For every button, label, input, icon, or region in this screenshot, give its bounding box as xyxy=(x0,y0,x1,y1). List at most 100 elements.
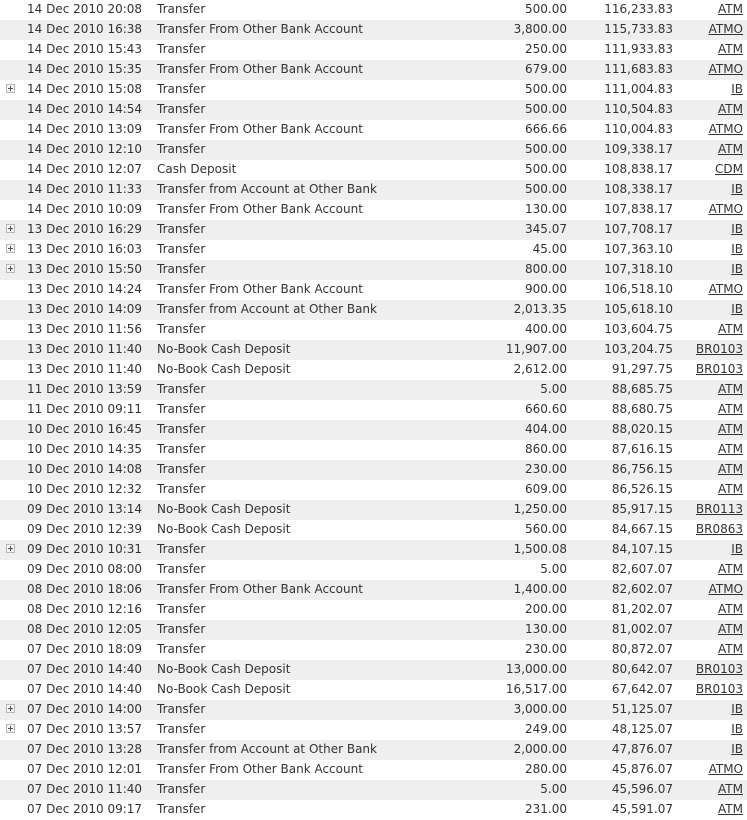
transaction-amount: 500.00 xyxy=(525,82,567,96)
transaction-channel-link[interactable]: ATM xyxy=(718,320,743,338)
transaction-channel-link[interactable]: ATM xyxy=(718,640,743,658)
transaction-date: 07 Dec 2010 14:40 xyxy=(27,682,143,696)
transaction-channel-link[interactable]: IB xyxy=(731,260,743,278)
transaction-channel-link[interactable]: IB xyxy=(731,240,743,258)
transaction-channel-link[interactable]: ATMO xyxy=(709,20,743,38)
transaction-channel-link[interactable]: IB xyxy=(731,300,743,318)
transaction-channel-link[interactable]: ATM xyxy=(718,460,743,478)
transaction-channel-link[interactable]: IB xyxy=(731,180,743,198)
transaction-channel-link[interactable]: ATM xyxy=(718,480,743,498)
table-row: 07 Dec 2010 09:17 Transfer 231.00 45,591.07… xyxy=(0,800,747,820)
table-row: 07 Dec 2010 13:28 Transfer from Account a… xyxy=(0,740,747,760)
transaction-date: 13 Dec 2010 15:50 xyxy=(27,262,143,276)
table-row: 07 Dec 2010 11:40 Transfer 5.00 45,596.07 AT… xyxy=(0,780,747,800)
table-row: 14 Dec 2010 11:33 Transfer from Account a… xyxy=(0,180,747,200)
transaction-date: 14 Dec 2010 11:33 xyxy=(27,182,143,196)
transaction-date: 14 Dec 2010 20:08 xyxy=(27,2,143,16)
transaction-date: 14 Dec 2010 10:09 xyxy=(27,202,143,216)
transaction-date: 13 Dec 2010 16:29 xyxy=(27,222,143,236)
transaction-channel-link[interactable]: IB xyxy=(731,220,743,238)
transaction-date: 14 Dec 2010 12:10 xyxy=(27,142,143,156)
transaction-amount: 404.00 xyxy=(525,422,567,436)
transaction-amount: 2,612.00 xyxy=(513,362,567,376)
expand-plus-icon[interactable] xyxy=(6,264,15,273)
transaction-channel-link[interactable]: BR0863 xyxy=(696,520,743,538)
expand-plus-icon[interactable] xyxy=(6,84,15,93)
transaction-date: 07 Dec 2010 14:00 xyxy=(27,702,143,716)
transaction-channel-link[interactable]: ATMO xyxy=(709,760,743,778)
transaction-date: 09 Dec 2010 12:39 xyxy=(27,522,143,536)
transaction-date: 13 Dec 2010 14:24 xyxy=(27,282,143,296)
transaction-balance: 107,838.17 xyxy=(604,202,673,216)
transaction-channel-link[interactable]: IB xyxy=(731,740,743,758)
transaction-channel-link[interactable]: IB xyxy=(731,720,743,738)
transaction-balance: 88,020.15 xyxy=(611,422,673,436)
transaction-channel-link[interactable]: ATM xyxy=(718,440,743,458)
transaction-amount: 11,907.00 xyxy=(505,342,567,356)
transaction-channel-link[interactable]: BR0103 xyxy=(696,340,743,358)
expand-plus-icon[interactable] xyxy=(6,544,15,553)
transaction-description: Transfer xyxy=(157,242,206,256)
transaction-balance: 115,733.83 xyxy=(604,22,673,36)
transaction-channel-link[interactable]: ATM xyxy=(718,400,743,418)
transaction-channel-link[interactable]: IB xyxy=(731,80,743,98)
transaction-description: No-Book Cash Deposit xyxy=(157,522,291,536)
transaction-description: Transfer xyxy=(157,702,206,716)
table-row: 09 Dec 2010 12:39 No-Book Cash Deposit 560… xyxy=(0,520,747,540)
transaction-description: Cash Deposit xyxy=(157,162,237,176)
table-row: 10 Dec 2010 14:08 Transfer 230.00 86,756.15… xyxy=(0,460,747,480)
transaction-balance: 111,933.83 xyxy=(604,42,673,56)
table-row: 14 Dec 2010 15:35 Transfer From Other Ban… xyxy=(0,60,747,80)
transaction-channel-link[interactable]: IB xyxy=(731,700,743,718)
transaction-channel-link[interactable]: ATM xyxy=(718,780,743,798)
transaction-balance: 84,107.15 xyxy=(611,542,673,556)
transaction-description: Transfer from Account at Other Bank xyxy=(157,182,377,196)
transaction-channel-link[interactable]: BR0103 xyxy=(696,680,743,698)
transaction-balance: 105,618.10 xyxy=(604,302,673,316)
transaction-channel-link[interactable]: ATM xyxy=(718,0,743,18)
transaction-channel-link[interactable]: ATM xyxy=(718,100,743,118)
transaction-amount: 230.00 xyxy=(525,462,567,476)
transaction-channel-link[interactable]: BR0113 xyxy=(696,500,743,518)
expand-plus-icon[interactable] xyxy=(6,224,15,233)
expand-plus-icon[interactable] xyxy=(6,244,15,253)
transaction-balance: 87,616.15 xyxy=(611,442,673,456)
expand-plus-icon[interactable] xyxy=(6,724,15,733)
expand-plus-icon[interactable] xyxy=(6,704,15,713)
transaction-amount: 560.00 xyxy=(525,522,567,536)
transaction-channel-link[interactable]: ATM xyxy=(718,600,743,618)
transaction-channel-link[interactable]: ATMO xyxy=(709,200,743,218)
transaction-channel-link[interactable]: IB xyxy=(731,540,743,558)
transaction-channel-link[interactable]: ATM xyxy=(718,800,743,818)
transaction-balance: 82,607.07 xyxy=(611,562,673,576)
transaction-description: Transfer xyxy=(157,782,206,796)
transaction-amount: 280.00 xyxy=(525,762,567,776)
transaction-date: 13 Dec 2010 11:40 xyxy=(27,362,143,376)
transaction-channel-link[interactable]: BR0103 xyxy=(696,660,743,678)
transaction-channel-link[interactable]: ATM xyxy=(718,620,743,638)
transaction-channel-link[interactable]: ATMO xyxy=(709,580,743,598)
transaction-channel-link[interactable]: ATM xyxy=(718,380,743,398)
transaction-amount: 500.00 xyxy=(525,162,567,176)
transaction-channel-link[interactable]: ATM xyxy=(718,560,743,578)
transaction-channel-link[interactable]: ATM xyxy=(718,420,743,438)
transaction-balance: 80,642.07 xyxy=(611,662,673,676)
transaction-channel-link[interactable]: ATMO xyxy=(709,280,743,298)
transaction-description: Transfer From Other Bank Account xyxy=(157,22,363,36)
transaction-channel-link[interactable]: ATMO xyxy=(709,60,743,78)
transaction-description: Transfer xyxy=(157,402,206,416)
transaction-date: 11 Dec 2010 09:11 xyxy=(27,402,143,416)
table-row: 14 Dec 2010 10:09 Transfer From Other Ban… xyxy=(0,200,747,220)
transaction-description: Transfer xyxy=(157,642,206,656)
transaction-channel-link[interactable]: CDM xyxy=(715,160,743,178)
transaction-date: 13 Dec 2010 11:56 xyxy=(27,322,143,336)
table-row: 14 Dec 2010 12:10 Transfer 500.00 109,338.1… xyxy=(0,140,747,160)
transaction-channel-link[interactable]: ATM xyxy=(718,40,743,58)
transaction-channel-link[interactable]: BR0103 xyxy=(696,360,743,378)
transaction-balance: 88,680.75 xyxy=(611,402,673,416)
transaction-amount: 660.60 xyxy=(525,402,567,416)
transaction-channel-link[interactable]: ATM xyxy=(718,140,743,158)
transaction-channel-link[interactable]: ATMO xyxy=(709,120,743,138)
transaction-date: 14 Dec 2010 15:43 xyxy=(27,42,143,56)
transaction-description: Transfer From Other Bank Account xyxy=(157,762,363,776)
